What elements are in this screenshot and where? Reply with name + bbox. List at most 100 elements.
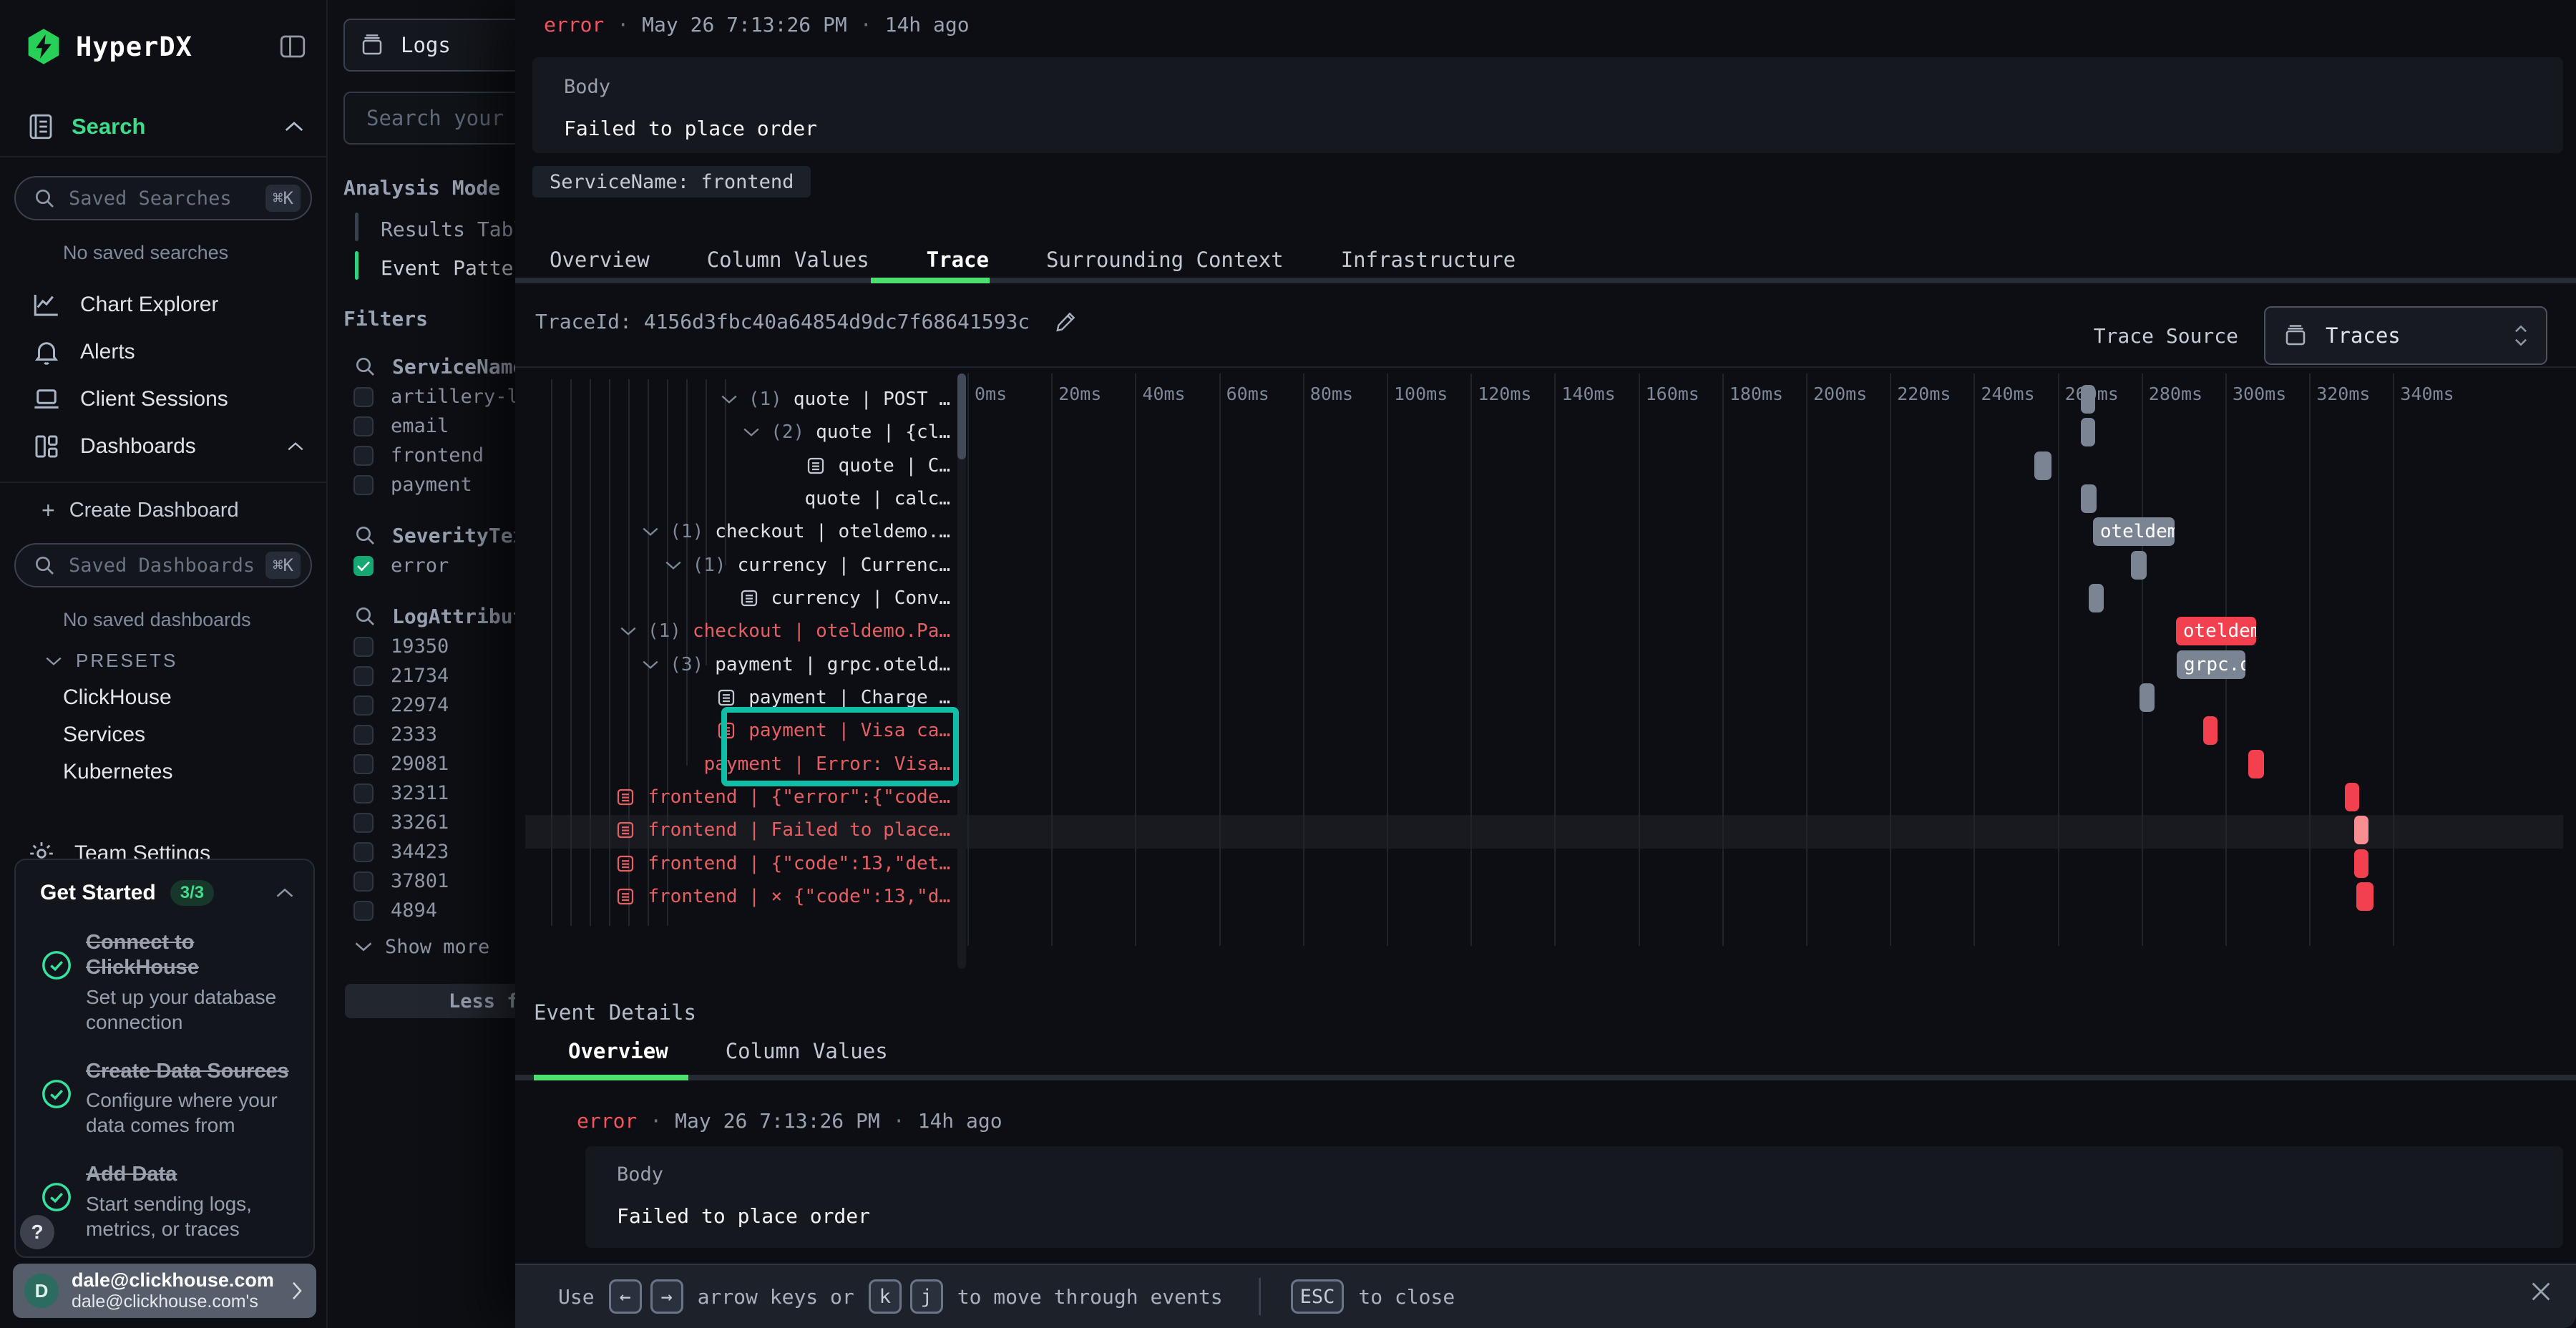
- sidebar-collapse-icon[interactable]: [278, 31, 308, 62]
- trace-span-row[interactable]: quote | calc…: [527, 482, 957, 515]
- tab-infrastructure[interactable]: Infrastructure: [1312, 248, 1544, 272]
- trace-span-row[interactable]: frontend | {"code":13,"det…: [527, 847, 957, 880]
- trace-span-row[interactable]: (1)checkout | oteldemo.…: [527, 515, 957, 548]
- checkbox[interactable]: [353, 754, 374, 774]
- sidebar-item-chart-explorer[interactable]: Chart Explorer: [0, 281, 326, 328]
- sidebar-section-search[interactable]: Search: [26, 112, 305, 142]
- preset-item-clickhouse[interactable]: ClickHouse: [0, 679, 326, 716]
- trace-span-row[interactable]: frontend | × {"code":13,"d…: [527, 880, 957, 913]
- sidebar-item-label: Chart Explorer: [80, 293, 218, 317]
- checkbox[interactable]: [353, 783, 374, 804]
- edit-pencil-icon[interactable]: [1054, 309, 1078, 333]
- span-duration-bar[interactable]: [2203, 716, 2218, 745]
- span-duration-bar[interactable]: [2081, 385, 2096, 414]
- trace-span-row[interactable]: (1)currency | Currenc…: [527, 549, 957, 582]
- span-duration-bar[interactable]: [2354, 849, 2368, 878]
- plus-icon: +: [42, 497, 55, 524]
- sidebar-item-client-sessions[interactable]: Client Sessions: [0, 376, 326, 423]
- span-duration-bar[interactable]: oteldem: [2093, 517, 2175, 546]
- service-name-chip[interactable]: ServiceName: frontend: [532, 166, 811, 197]
- get-started-item[interactable]: Connect to ClickHouseSet up your databas…: [40, 930, 295, 1035]
- trace-span-row[interactable]: (3)payment | grpc.oteld…: [527, 648, 957, 681]
- help-button[interactable]: ?: [20, 1215, 54, 1249]
- trace-span-row[interactable]: currency | Conv…: [527, 582, 957, 615]
- chevron-down-icon[interactable]: [619, 625, 638, 638]
- checkbox[interactable]: [353, 387, 374, 407]
- filter-option-label: 22974: [391, 694, 449, 716]
- span-child-count: (3): [670, 654, 703, 675]
- preset-item-services[interactable]: Services: [0, 716, 326, 753]
- event-details-tab-overview[interactable]: Overview: [540, 1039, 697, 1063]
- span-duration-bar[interactable]: oteldem: [2176, 617, 2256, 645]
- checkbox[interactable]: [353, 872, 374, 892]
- sidebar-item-alerts[interactable]: Alerts: [0, 328, 326, 376]
- checkbox[interactable]: [353, 475, 374, 495]
- span-duration-bar[interactable]: [2131, 551, 2147, 580]
- body-value: Failed to place order: [617, 1204, 2532, 1228]
- tab-trace[interactable]: Trace: [898, 248, 1018, 272]
- span-duration-bar[interactable]: [2089, 584, 2104, 612]
- trace-source-select[interactable]: Traces: [2264, 306, 2547, 365]
- timeline-axis-label: 40ms: [1142, 384, 1185, 404]
- filter-option-label: 4894: [391, 899, 437, 922]
- span-duration-bar[interactable]: [2034, 451, 2051, 480]
- chevron-up-icon[interactable]: [275, 887, 295, 899]
- sidebar-item-dashboards[interactable]: Dashboards: [0, 423, 326, 470]
- no-saved-searches: No saved searches: [63, 242, 326, 264]
- chevron-down-icon[interactable]: [641, 658, 660, 671]
- span-duration-bar[interactable]: [2081, 418, 2096, 446]
- log-event-icon: [615, 786, 636, 808]
- checkbox[interactable]: [353, 842, 374, 862]
- span-duration-bar[interactable]: [2345, 783, 2359, 811]
- saved-searches-input[interactable]: Saved Searches ⌘K: [14, 176, 312, 220]
- checkbox[interactable]: [353, 637, 374, 657]
- tab-surrounding-context[interactable]: Surrounding Context: [1018, 248, 1312, 272]
- log-event-icon: [615, 853, 636, 874]
- chevron-down-icon[interactable]: [742, 426, 761, 439]
- event-details-heading: Event Details: [534, 1000, 696, 1025]
- timeline-gridline: [967, 374, 969, 946]
- tab-overview[interactable]: Overview: [521, 248, 678, 272]
- trace-span-row[interactable]: (2)quote | {cl…: [527, 416, 957, 449]
- event-details-tab-column-values[interactable]: Column Values: [697, 1039, 917, 1063]
- presets-toggle[interactable]: PRESETS: [44, 650, 326, 672]
- checkbox[interactable]: [353, 901, 374, 921]
- trace-span-row[interactable]: (1)checkout | oteldemo.Pa…: [527, 615, 957, 648]
- chevron-down-icon[interactable]: [664, 559, 683, 572]
- create-dashboard-button[interactable]: + Create Dashboard: [42, 494, 326, 526]
- span-duration-bar[interactable]: grpc.o: [2177, 650, 2245, 679]
- checkbox[interactable]: [353, 813, 374, 833]
- saved-dashboards-input[interactable]: Saved Dashboards ⌘K: [14, 543, 312, 587]
- span-label: payment | Charge …: [748, 687, 950, 708]
- trace-span-row[interactable]: quote | C…: [527, 449, 957, 482]
- span-duration-bar[interactable]: [2248, 750, 2264, 778]
- timeline-gridline: [1470, 374, 1472, 946]
- trace-id-row: TraceId: 4156d3fbc40a64854d9dc7f68641593…: [535, 309, 1078, 333]
- get-started-item[interactable]: Create Data SourcesConfigure where your …: [40, 1059, 295, 1138]
- span-duration-bar[interactable]: [2356, 882, 2373, 911]
- checkbox[interactable]: [353, 695, 374, 716]
- get-started-item-text: Connect to ClickHouseSet up your databas…: [86, 930, 301, 1035]
- checkbox[interactable]: [353, 666, 374, 686]
- tree-scrollbar-thumb[interactable]: [957, 374, 966, 459]
- laptop-icon: [31, 384, 62, 414]
- user-menu[interactable]: D dale@clickhouse.com dale@clickhouse.co…: [13, 1264, 316, 1318]
- span-duration-bar[interactable]: [2081, 484, 2097, 513]
- timeline-gridline: [1051, 374, 1053, 946]
- trace-span-row[interactable]: (1)quote | POST …: [527, 383, 957, 416]
- chevron-down-icon[interactable]: [641, 525, 660, 538]
- checkbox-checked[interactable]: [353, 556, 374, 576]
- tab-column-values[interactable]: Column Values: [678, 248, 898, 272]
- trace-span-row[interactable]: frontend | Failed to place…: [527, 814, 957, 846]
- checkbox[interactable]: [353, 725, 374, 745]
- checkbox[interactable]: [353, 416, 374, 436]
- tree-scrollbar-track[interactable]: [957, 374, 966, 969]
- close-icon[interactable]: [2529, 1279, 2553, 1304]
- get-started-item[interactable]: Add DataStart sending logs, metrics, or …: [40, 1162, 295, 1241]
- preset-item-kubernetes[interactable]: Kubernetes: [0, 753, 326, 791]
- chevron-down-icon[interactable]: [720, 393, 738, 406]
- checkbox[interactable]: [353, 446, 374, 466]
- span-duration-bar[interactable]: [2140, 683, 2155, 712]
- span-duration-bar[interactable]: [2354, 816, 2368, 844]
- search-icon: [353, 355, 376, 378]
